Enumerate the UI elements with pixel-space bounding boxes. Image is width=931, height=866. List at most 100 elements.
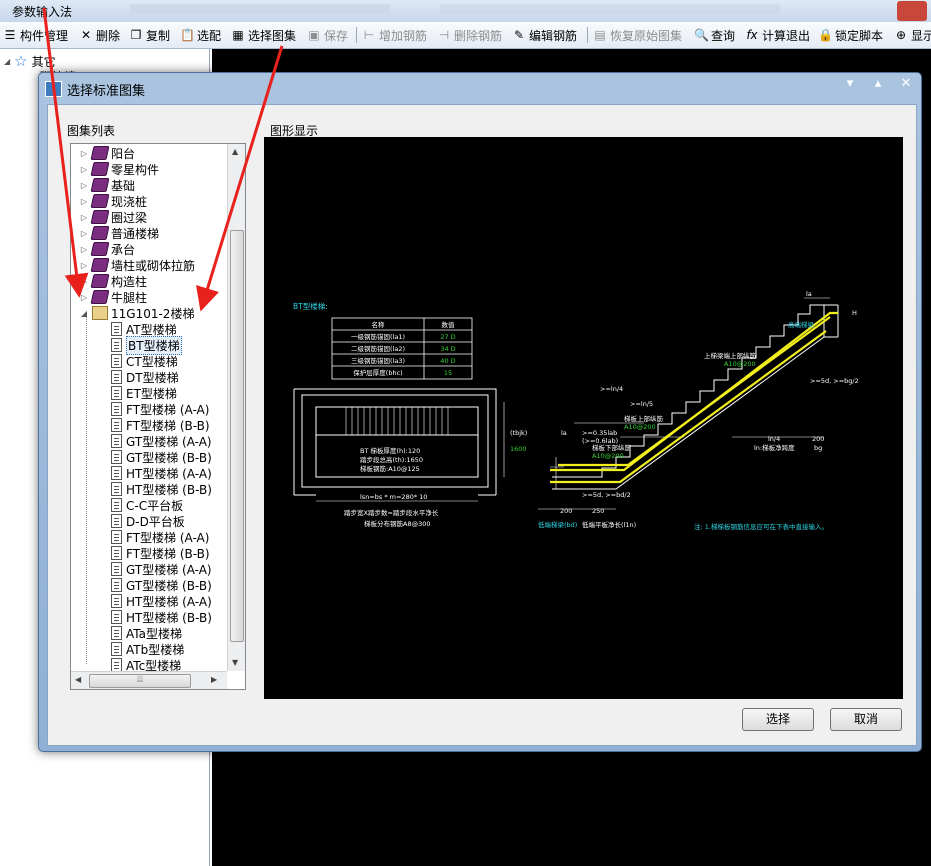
- document-icon: [111, 450, 122, 464]
- expand-icon: ▷: [80, 228, 88, 238]
- edit-rebar-icon: ✎: [513, 28, 525, 42]
- dialog-minimize-button[interactable]: ▾: [839, 75, 861, 93]
- dialog-title: 选择标准图集: [67, 84, 146, 99]
- restore-atlas-button[interactable]: ▤ 恢复原始图集: [593, 26, 682, 44]
- plan-dim-bottom: lsn=bs * m=280* 10: [360, 493, 427, 501]
- lock-script-button[interactable]: 🔒 锁定脚本: [818, 26, 883, 44]
- tree-category[interactable]: ▷ 零星构件: [79, 161, 159, 177]
- scroll-up-icon[interactable]: ▲: [232, 147, 238, 156]
- document-icon: [111, 370, 122, 384]
- tree-item[interactable]: HT型楼梯 (B-B): [109, 609, 212, 625]
- tree-category[interactable]: ▷ 普通楼梯: [79, 225, 159, 241]
- tree-item[interactable]: HT型楼梯 (A-A): [109, 465, 212, 481]
- low-flat-label: 低端平板净长(l1n): [582, 520, 636, 529]
- table-cell: 40 D: [440, 357, 455, 365]
- edit-rebar-button[interactable]: ✎ 编辑钢筋: [512, 26, 577, 44]
- tree-vertical-scrollbar[interactable]: ▲ ▼: [227, 144, 245, 671]
- tree-horizontal-scrollbar[interactable]: ◀ ⦙⦙⦙ ▶: [71, 671, 227, 689]
- document-icon: [111, 642, 122, 656]
- document-icon: [111, 482, 122, 496]
- scroll-right-icon[interactable]: ▶: [211, 675, 217, 684]
- tree-item[interactable]: FT型楼梯 (B-B): [109, 545, 210, 561]
- document-icon: [111, 626, 122, 640]
- table-header-name: 名称: [372, 320, 386, 329]
- delete-rebar-button[interactable]: ⊣ 删除钢筋: [437, 26, 502, 44]
- dialog-close-button[interactable]: ✕: [895, 75, 917, 93]
- select-atlas-button[interactable]: ▦ 选择图集: [231, 26, 296, 44]
- tree-item[interactable]: GT型楼梯 (A-A): [109, 561, 212, 577]
- document-icon: [111, 402, 122, 416]
- display-button[interactable]: ⊕ 显示: [894, 26, 931, 44]
- scroll-down-icon[interactable]: ▼: [232, 658, 238, 667]
- atlas-icon: ▦: [232, 28, 244, 42]
- save-icon: ▣: [308, 28, 320, 42]
- tree-item[interactable]: DT型楼梯: [109, 369, 179, 385]
- tree-category[interactable]: ▷ 承台: [79, 241, 135, 257]
- tree-item[interactable]: ET型楼梯: [109, 385, 177, 401]
- document-icon: [111, 546, 122, 560]
- tree-item[interactable]: GT型楼梯 (B-B): [109, 449, 212, 465]
- tree-item[interactable]: GT型楼梯 (B-B): [109, 577, 212, 593]
- close-icon: ✕: [80, 28, 92, 42]
- tree-category[interactable]: ▷ 构造柱: [79, 273, 147, 289]
- tree-item[interactable]: ATb型楼梯: [109, 641, 184, 657]
- plan-caption: 踏步宽X踏步数=踏步段水平净长: [344, 508, 439, 517]
- atlas-tree[interactable]: ▷ 阳台 ▷ 零星构件 ▷ 基础 ▷ 现浇桩 ▷ 圈过梁 ▷ 普通楼梯 ▷ 承台 ▷ 墙柱或砌体…: [70, 143, 246, 690]
- tree-item-selected[interactable]: BT型楼梯: [109, 335, 182, 355]
- tree-folder-11g101-2[interactable]: ◢ 11G101-2楼梯: [79, 305, 194, 321]
- tree-category[interactable]: ▷ 现浇桩: [79, 193, 147, 209]
- delete-button[interactable]: ✕ 删除: [79, 26, 120, 44]
- tree-category[interactable]: ▷ 墙柱或砌体拉筋: [79, 257, 195, 273]
- tree-item[interactable]: D-D平台板: [109, 513, 185, 529]
- tree-item[interactable]: GT型楼梯 (A-A): [109, 433, 212, 449]
- document-icon: [111, 322, 122, 336]
- document-icon: [111, 418, 122, 432]
- save-button[interactable]: ▣ 保存: [307, 26, 348, 44]
- tree-item[interactable]: ATa型楼梯: [109, 625, 182, 641]
- match-button[interactable]: 📋 选配: [180, 26, 221, 44]
- scroll-left-icon[interactable]: ◀: [75, 675, 81, 684]
- tree-item[interactable]: FT型楼梯 (A-A): [109, 401, 209, 417]
- tree-guide-line: [86, 314, 87, 664]
- dialog-maximize-button[interactable]: ▴: [867, 75, 889, 93]
- tree-item[interactable]: HT型楼梯 (B-B): [109, 481, 212, 497]
- scroll-thumb[interactable]: [230, 230, 244, 642]
- calc-exit-button[interactable]: fx 计算退出: [745, 26, 810, 44]
- tree-category[interactable]: ▷ 圈过梁: [79, 209, 147, 225]
- select-button[interactable]: 选择: [742, 708, 814, 731]
- document-icon: [111, 434, 122, 448]
- table-cell: 34 D: [440, 345, 455, 353]
- la-label-top: la: [806, 290, 812, 298]
- component-manage-button[interactable]: ☰ 构件管理: [3, 26, 68, 44]
- copy-button[interactable]: ❐ 复制: [129, 26, 170, 44]
- tree-item[interactable]: FT型楼梯 (A-A): [109, 529, 209, 545]
- tree-item[interactable]: CT型楼梯: [109, 353, 178, 369]
- stair-drawing: BT型楼梯: 名称 数值 一级钢筋锚固(la1) 27 D 二级钢筋锚固(la2…: [293, 290, 859, 531]
- drawing-preview: BT型楼梯: 名称 数值 一级钢筋锚固(la1) 27 D 二级钢筋锚固(la2…: [264, 137, 903, 699]
- tree-category[interactable]: ▷ 基础: [79, 177, 135, 193]
- low-rebar-label: 梯板下部纵筋: [592, 443, 632, 452]
- plan-caption: 梯板分布钢筋A8@300: [364, 519, 431, 528]
- table-cell: 保护层厚度(bhc): [353, 368, 402, 377]
- tree-category[interactable]: ▷ 阳台: [79, 145, 135, 161]
- ln5-label: >=ln/5: [630, 400, 653, 408]
- toolbar-separator: [587, 27, 588, 43]
- ln4-label: >=ln/4: [600, 385, 623, 393]
- app-close-button[interactable]: [897, 1, 927, 21]
- book-icon: [90, 162, 110, 176]
- mid-rebar-label: 梯板上部纵筋: [624, 414, 664, 423]
- scroll-thumb[interactable]: ⦙⦙⦙: [89, 674, 191, 688]
- expand-icon: ▷: [80, 276, 88, 286]
- cancel-button[interactable]: 取消: [830, 708, 902, 731]
- tree-item[interactable]: FT型楼梯 (B-B): [109, 417, 210, 433]
- table-header-value: 数值: [442, 320, 456, 329]
- book-icon: [90, 194, 110, 208]
- document-icon: [111, 578, 122, 592]
- title-faded-text: [130, 4, 390, 14]
- tree-item[interactable]: C-C平台板: [109, 497, 183, 513]
- tree-item[interactable]: HT型楼梯 (A-A): [109, 593, 212, 609]
- query-button[interactable]: 🔍 查询: [694, 26, 735, 44]
- tree-category[interactable]: ▷ 牛腿柱: [79, 289, 147, 305]
- list-icon: ☰: [4, 28, 16, 42]
- add-rebar-button[interactable]: ⊢ 增加钢筋: [362, 26, 427, 44]
